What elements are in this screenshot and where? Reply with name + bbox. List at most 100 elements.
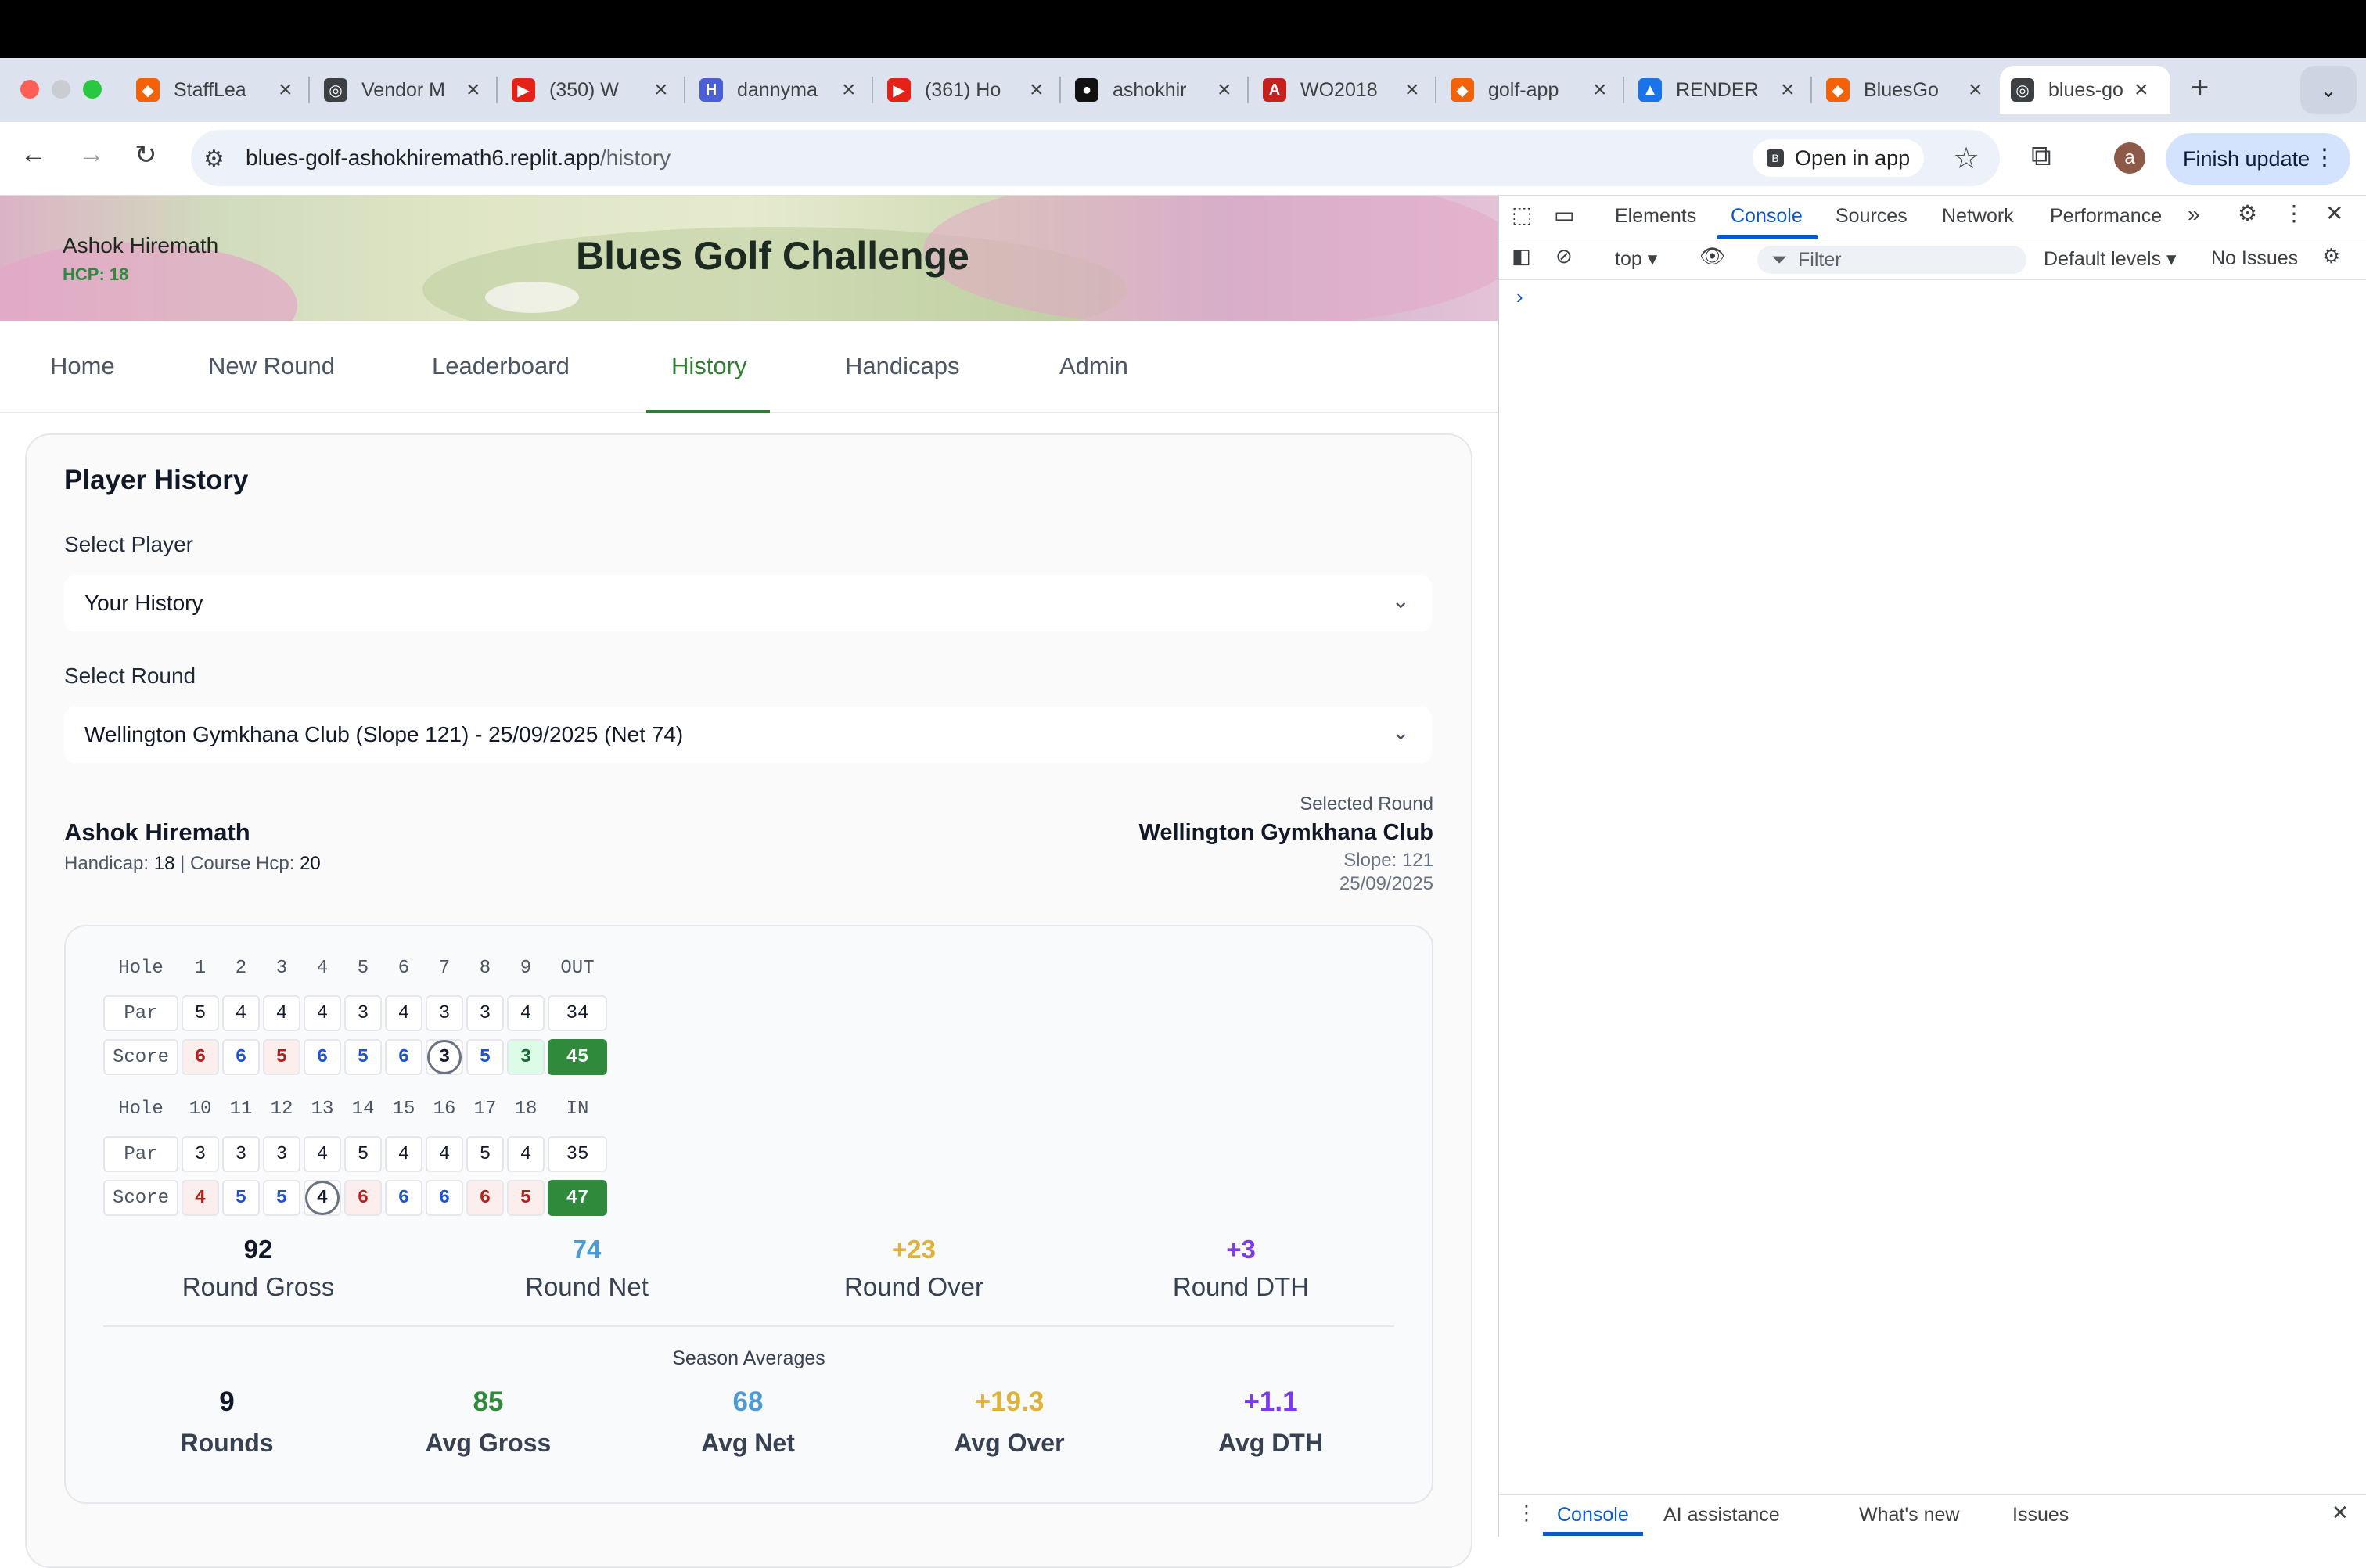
close-icon[interactable]: × <box>466 77 480 103</box>
nav-history[interactable]: History <box>671 352 746 380</box>
browser-tab[interactable]: ◆ golf-app × <box>1440 66 1618 114</box>
browser-tab[interactable]: ▲ RENDER × <box>1627 66 1806 114</box>
drawer-tab[interactable]: AI assistance <box>1663 1504 1780 1527</box>
drawer-tab[interactable]: Issues <box>2012 1504 2069 1527</box>
browser-tab[interactable]: ▶ (361) Ho × <box>876 66 1055 114</box>
bookmark-star-icon[interactable]: ☆ <box>1953 141 1979 176</box>
tab-title: (350) W <box>549 78 619 101</box>
drawer-tab[interactable]: Console <box>1557 1504 1629 1527</box>
reload-button[interactable]: ↻ <box>135 139 157 171</box>
close-icon[interactable]: × <box>1781 77 1795 103</box>
browser-tab[interactable]: A WO2018 × <box>1252 66 1430 114</box>
browser-tab[interactable]: ◆ BluesGo × <box>1815 66 1994 114</box>
sidebar-toggle-icon[interactable]: ◧ <box>1512 244 1531 268</box>
page-title: Player History <box>64 465 249 495</box>
season-stat: +19.3 Avg Over <box>892 1386 1127 1458</box>
site-info-icon[interactable]: ⚙ <box>203 146 225 173</box>
devtools-tab-network[interactable]: Network <box>1942 205 2014 228</box>
new-tab-button[interactable]: + <box>2191 70 2209 106</box>
par-label: Par <box>103 995 178 1031</box>
tab-title: StaffLea <box>174 78 246 101</box>
forward-button[interactable]: → <box>78 139 105 170</box>
inspect-element-icon[interactable]: ⬚ <box>1512 202 1532 228</box>
window-close-button[interactable] <box>20 80 39 99</box>
season-stat-value: 9 <box>219 1386 235 1417</box>
select-round-dropdown[interactable]: Wellington Gymkhana Club (Slope 121) - 2… <box>64 707 1432 763</box>
drawer-tab[interactable]: What's new <box>1859 1504 1959 1527</box>
console-prompt[interactable]: › <box>1516 285 1523 309</box>
more-tabs-icon[interactable]: » <box>2188 202 2200 227</box>
browser-tab[interactable]: ▶ (350) W × <box>501 66 679 114</box>
par-cell: 3 <box>466 995 504 1031</box>
devtools-tab-sources[interactable]: Sources <box>1836 205 1908 228</box>
settings-gear-icon[interactable]: ⚙ <box>2238 200 2257 226</box>
nav-leaderboard[interactable]: Leaderboard <box>432 352 570 380</box>
window-maximize-button[interactable] <box>83 80 102 99</box>
nav-new-round[interactable]: New Round <box>208 352 335 380</box>
devtools-tab-console[interactable]: Console <box>1731 205 1803 228</box>
issues-counter[interactable]: No Issues <box>2211 247 2298 270</box>
context-selector[interactable]: top ▾ <box>1615 247 1657 271</box>
browser-tab[interactable]: ◎ Vendor M × <box>313 66 491 114</box>
url-text[interactable]: blues-golf-ashokhiremath6.replit.app/his… <box>246 146 671 171</box>
select-player-value: Your History <box>84 591 203 615</box>
replit-icon: ◆ <box>1826 78 1850 102</box>
clear-console-icon[interactable]: ⊘ <box>1555 244 1573 268</box>
close-icon[interactable]: × <box>1217 77 1232 103</box>
console-settings-icon[interactable]: ⚙ <box>2322 244 2340 268</box>
tab-title: WO2018 <box>1300 78 1378 101</box>
drawer-menu-icon[interactable]: ⋮ <box>1516 1501 1537 1525</box>
app-icon: B <box>1767 149 1784 167</box>
nav-home[interactable]: Home <box>50 352 115 380</box>
close-icon[interactable]: × <box>654 77 668 103</box>
nav-admin[interactable]: Admin <box>1059 352 1128 380</box>
main-nav: Home New Round Leaderboard History Handi… <box>0 321 1498 413</box>
pdf-icon: A <box>1263 78 1286 102</box>
select-player-label: Select Player <box>64 532 193 556</box>
devtools-tab-performance[interactable]: Performance <box>2050 205 2162 228</box>
player-meta: Handicap: 18 | Course Hcp: 20 <box>64 853 321 875</box>
close-icon[interactable]: × <box>279 77 293 103</box>
log-levels-dropdown[interactable]: Default levels ▾ <box>2044 247 2177 271</box>
tab-separator <box>872 77 873 103</box>
close-icon[interactable]: × <box>1405 77 1419 103</box>
tab-search-button[interactable]: ⌄ <box>2300 66 2357 114</box>
browser-tab[interactable]: ◆ StaffLea × <box>125 66 304 114</box>
scorecard-hole-row: Hole 10 11 12 13 14 15 16 17 18 IN <box>103 1091 607 1127</box>
close-devtools-icon[interactable]: ✕ <box>2325 200 2343 226</box>
device-toolbar-icon[interactable]: ▭ <box>1554 202 1574 228</box>
hero-user-name: Ashok Hiremath <box>63 233 219 257</box>
nav-handicaps[interactable]: Handicaps <box>845 352 959 380</box>
back-button[interactable]: ← <box>20 139 47 170</box>
open-in-app-button[interactable]: B Open in app <box>1753 139 1925 177</box>
hole-total-label: IN <box>566 1098 589 1120</box>
select-player-dropdown[interactable]: Your History ⌄ <box>64 575 1432 631</box>
score-cell: 6 <box>304 1039 341 1075</box>
close-icon[interactable]: × <box>2134 77 2148 103</box>
live-expression-eye-icon[interactable]: 👁 <box>1699 244 1725 268</box>
score-cell: 5 <box>466 1039 504 1075</box>
par-total: 35 <box>548 1136 607 1172</box>
season-stat-value: +1.1 <box>1243 1386 1298 1417</box>
extensions-icon[interactable]: ⧉ <box>2031 139 2051 173</box>
close-icon[interactable]: × <box>1969 77 1983 103</box>
close-drawer-icon[interactable]: ✕ <box>2332 1501 2349 1525</box>
par-cell: 4 <box>385 995 422 1031</box>
window-minimize-button[interactable] <box>52 80 70 99</box>
tab-title: BluesGo <box>1864 78 1939 101</box>
close-icon[interactable]: × <box>1030 77 1044 103</box>
console-filter-input[interactable]: ⏷ Filter <box>1757 246 2026 274</box>
par-cell: 4 <box>304 995 341 1031</box>
close-icon[interactable]: × <box>1593 77 1607 103</box>
browser-tab[interactable]: ● ashokhir × <box>1064 66 1242 114</box>
more-vert-icon[interactable]: ⋮ <box>2283 200 2305 226</box>
score-cell: 5 <box>344 1039 382 1075</box>
profile-avatar[interactable]: a <box>2114 142 2145 174</box>
finish-update-button[interactable]: Finish update ⋮ <box>2166 133 2350 185</box>
close-icon[interactable]: × <box>842 77 856 103</box>
devtools-tab-elements[interactable]: Elements <box>1615 205 1696 228</box>
browser-tab[interactable]: ◎ blues-go × <box>2000 66 2170 114</box>
browser-tab[interactable]: Hdannyma × <box>689 66 867 114</box>
par-cell: 3 <box>182 1136 219 1172</box>
round-stat-label: Round Net <box>525 1272 649 1301</box>
